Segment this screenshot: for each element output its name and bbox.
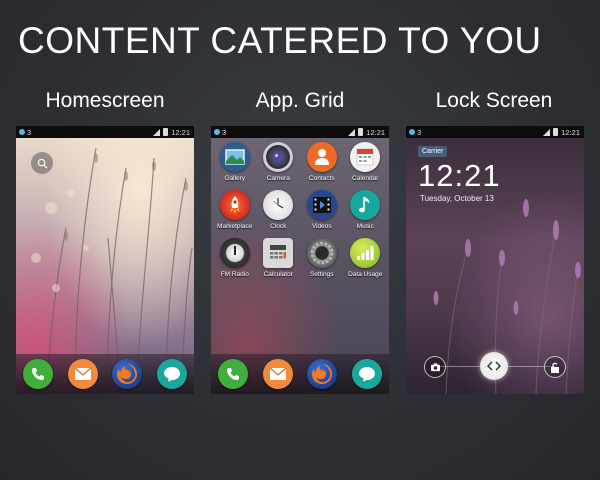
homescreen-wallpaper [16, 138, 194, 394]
battery-icon [358, 128, 364, 136]
signal-icon [543, 128, 551, 136]
app-label: Music [356, 223, 374, 230]
app-grid-phone: 3 12:21 Gallery Camera Contacts Calendar… [211, 126, 389, 394]
fm-radio-icon [219, 238, 250, 268]
notification-icon [214, 129, 220, 135]
contacts-icon [306, 142, 337, 172]
app-grid-wallpaper: Gallery Camera Contacts Calendar Marketp… [211, 138, 389, 394]
phone-icon[interactable] [23, 359, 54, 389]
messages-icon[interactable] [262, 359, 293, 389]
app-label: Calculator [263, 271, 293, 278]
notification-icon [19, 129, 25, 135]
notification-count: 3 [222, 127, 227, 137]
battery-icon [163, 128, 169, 136]
firefox-icon[interactable] [112, 359, 143, 389]
app-settings[interactable]: Settings [300, 238, 344, 278]
lock-clock: 12:21 [418, 158, 501, 193]
lock-date: Tuesday, October 13 [420, 194, 494, 203]
status-time: 12:21 [366, 127, 385, 137]
notification-count: 3 [417, 127, 422, 137]
notification-icon [409, 129, 415, 135]
app-label: Videos [311, 223, 332, 230]
status-bar: 3 12:21 [16, 126, 194, 138]
lock-screen-phone: 3 12:21 Carrier 12:21 Tuesday, October 1… [406, 126, 584, 394]
app-label: Marketplace [217, 223, 253, 230]
app-label: Camera [266, 175, 290, 182]
app-label: Settings [310, 271, 334, 278]
chevrons-icon [487, 361, 501, 371]
signal-icon [348, 128, 356, 136]
unlock-button[interactable] [544, 356, 566, 378]
app-calculator[interactable]: Calculator [257, 238, 301, 278]
status-time: 12:21 [171, 127, 190, 137]
clock-icon [263, 190, 294, 220]
app-gallery[interactable]: Gallery [213, 142, 257, 182]
calculator-icon [263, 238, 294, 268]
status-bar: 3 12:21 [406, 126, 584, 138]
app-clock[interactable]: Clock [257, 190, 301, 230]
search-icon [37, 158, 48, 169]
signal-icon [153, 128, 161, 136]
messages-icon[interactable] [67, 359, 98, 389]
settings-icon [306, 238, 337, 268]
app-grid: Gallery Camera Contacts Calendar Marketp… [213, 142, 387, 278]
videos-icon [306, 190, 337, 220]
camera-icon [263, 142, 294, 172]
app-camera[interactable]: Camera [257, 142, 301, 182]
app-label: Clock [270, 223, 287, 230]
app-calendar[interactable]: Calendar [344, 142, 388, 182]
chat-icon[interactable] [351, 359, 382, 389]
unlock-slider[interactable] [406, 352, 584, 380]
slider-handle[interactable] [480, 352, 508, 380]
camera-shortcut-button[interactable] [424, 356, 446, 378]
firefox-icon[interactable] [307, 359, 338, 389]
camera-icon [430, 362, 440, 371]
app-label: FM Radio [220, 271, 249, 278]
gallery-icon [219, 142, 250, 172]
lock-screen-label: Lock Screen [435, 89, 553, 112]
carrier-label: Carrier [418, 146, 448, 157]
lock-screen-wallpaper: Carrier 12:21 Tuesday, October 13 [406, 138, 584, 394]
page-title: CONTENT CATERED TO YOU [18, 20, 542, 61]
search-button[interactable] [31, 152, 53, 174]
app-music[interactable]: Music [344, 190, 388, 230]
calendar-icon [350, 142, 381, 172]
app-label: Data Usage [348, 271, 383, 278]
status-bar: 3 12:21 [211, 126, 389, 138]
status-time: 12:21 [561, 127, 580, 137]
app-marketplace[interactable]: Marketplace [213, 190, 257, 230]
app-videos[interactable]: Videos [300, 190, 344, 230]
app-grid-label: App. Grid [255, 89, 345, 112]
unlock-icon [551, 362, 559, 373]
music-icon [350, 190, 381, 220]
marketplace-icon [219, 190, 250, 220]
phone-icon[interactable] [218, 359, 249, 389]
app-data-usage[interactable]: Data Usage [344, 238, 388, 278]
app-label: Contacts [308, 175, 335, 182]
dock [211, 354, 389, 394]
homescreen-label: Homescreen [45, 89, 165, 112]
data-usage-icon [350, 238, 381, 268]
app-label: Gallery [224, 175, 246, 182]
app-fm-radio[interactable]: FM Radio [213, 238, 257, 278]
app-contacts[interactable]: Contacts [300, 142, 344, 182]
dock [16, 354, 194, 394]
chat-icon[interactable] [156, 359, 187, 389]
battery-icon [553, 128, 559, 136]
notification-count: 3 [27, 127, 32, 137]
app-label: Calendar [352, 175, 379, 182]
homescreen-phone: 3 12:21 [16, 126, 194, 394]
